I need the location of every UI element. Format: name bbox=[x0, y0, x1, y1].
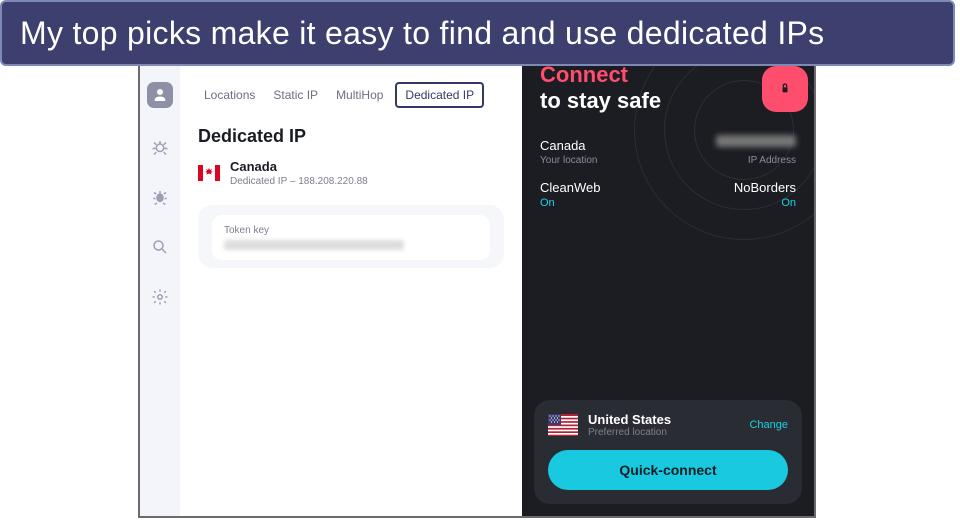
token-label: Token key bbox=[224, 225, 478, 236]
page-title: Dedicated IP bbox=[198, 126, 504, 147]
token-value-blurred bbox=[224, 240, 404, 250]
canada-flag-icon bbox=[198, 165, 220, 181]
ip-address-label: IP Address bbox=[716, 155, 796, 166]
tab-multihop[interactable]: MultiHop bbox=[330, 82, 389, 108]
feature-noborders-name: NoBorders bbox=[734, 180, 796, 195]
preferred-location-card: United States Preferred location Change … bbox=[534, 400, 802, 504]
status-location-sub: Your location bbox=[540, 155, 597, 166]
tab-locations[interactable]: Locations bbox=[198, 82, 261, 108]
dedicated-ip-address: Dedicated IP – 188.208.220.88 bbox=[230, 176, 368, 187]
bug-solid-icon[interactable] bbox=[149, 186, 171, 208]
caption-banner: My top picks make it easy to find and us… bbox=[0, 0, 955, 66]
dedicated-ip-entry[interactable]: Canada Dedicated IP – 188.208.220.88 bbox=[198, 159, 504, 187]
caption-text: My top picks make it easy to find and us… bbox=[20, 15, 824, 52]
preferred-country: United States bbox=[588, 412, 671, 427]
preferred-sub: Preferred location bbox=[588, 427, 671, 438]
left-panel: Locations Static IP MultiHop Dedicated I… bbox=[140, 50, 522, 516]
status-location-name: Canada bbox=[540, 138, 597, 153]
hero-text: Connect to stay safe bbox=[540, 62, 661, 114]
sidebar bbox=[140, 50, 180, 516]
shield-lock-icon[interactable] bbox=[762, 66, 808, 112]
search-icon[interactable] bbox=[149, 236, 171, 258]
dedicated-ip-country: Canada bbox=[230, 159, 368, 174]
mobile-panel: Connect to stay safe Canada Your locatio… bbox=[522, 50, 814, 516]
status-features-row: CleanWeb On NoBorders On bbox=[540, 180, 796, 209]
app-window: Locations Static IP MultiHop Dedicated I… bbox=[138, 48, 816, 518]
token-input[interactable]: Token key bbox=[212, 215, 490, 260]
hero-stay-safe: to stay safe bbox=[540, 88, 661, 114]
tabs-row: Locations Static IP MultiHop Dedicated I… bbox=[198, 82, 504, 108]
token-card: Token key bbox=[198, 205, 504, 268]
content-area: Locations Static IP MultiHop Dedicated I… bbox=[180, 50, 522, 268]
us-flag-icon bbox=[548, 414, 578, 436]
user-icon[interactable] bbox=[147, 82, 173, 108]
gear-icon[interactable] bbox=[149, 286, 171, 308]
feature-cleanweb-state: On bbox=[540, 197, 600, 209]
feature-noborders-state: On bbox=[734, 197, 796, 209]
feature-cleanweb-name: CleanWeb bbox=[540, 180, 600, 195]
change-location-link[interactable]: Change bbox=[749, 419, 788, 431]
preferred-location-row[interactable]: United States Preferred location Change bbox=[548, 412, 788, 438]
quick-connect-button[interactable]: Quick-connect bbox=[548, 450, 788, 490]
status-location-row: Canada Your location IP Address bbox=[540, 134, 796, 166]
ip-address-blurred bbox=[716, 135, 796, 147]
tab-dedicated-ip[interactable]: Dedicated IP bbox=[395, 82, 484, 108]
bug-outline-icon[interactable] bbox=[149, 136, 171, 158]
tab-static-ip[interactable]: Static IP bbox=[267, 82, 324, 108]
